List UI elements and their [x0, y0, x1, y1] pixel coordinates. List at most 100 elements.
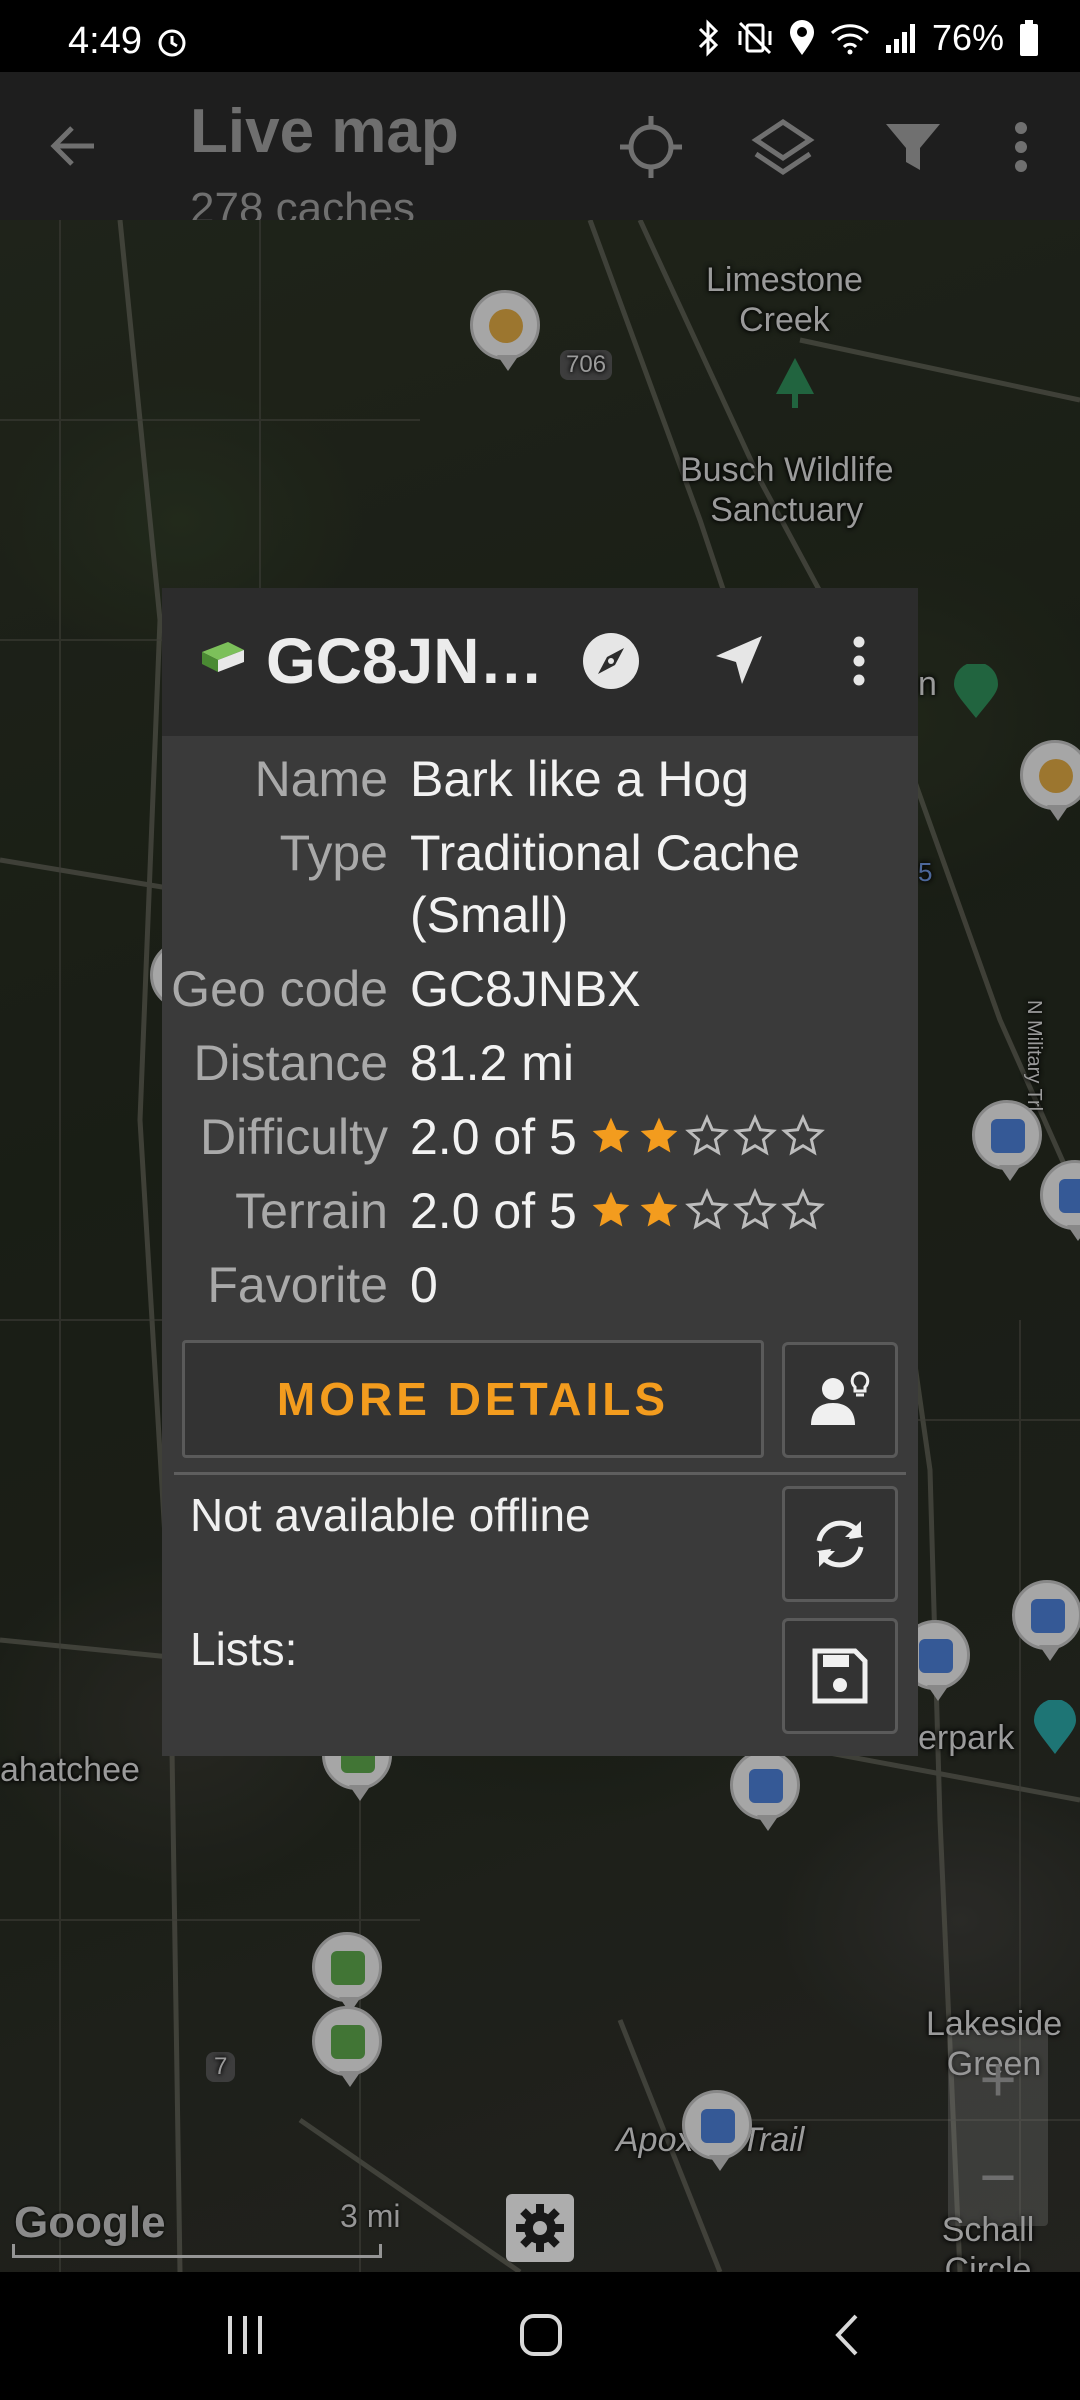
layers-icon[interactable] — [748, 112, 818, 182]
recent-apps-icon[interactable] — [220, 2310, 270, 2360]
scale-bar — [12, 2244, 382, 2258]
cache-geocode: GC8JNBX — [410, 961, 641, 1017]
map-label-route-5: 5 — [918, 857, 933, 887]
cache-count: 278 caches — [190, 184, 416, 220]
personal-note-button[interactable] — [782, 1342, 898, 1458]
cache-favorite: 0 — [410, 1257, 438, 1313]
more-details-button[interactable]: MORE DETAILS — [182, 1340, 764, 1458]
person-idea-icon — [811, 1371, 870, 1425]
info-row-type: Type Traditional Cache (Small) — [162, 822, 918, 946]
home-icon[interactable] — [516, 2310, 566, 2360]
more-vert-icon[interactable] — [826, 628, 892, 694]
cache-difficulty: 2.0 of 5 — [410, 1109, 577, 1165]
cache-terrain: 2.0 of 5 — [410, 1183, 577, 1239]
info-row-distance: Distance 81.2 mi — [162, 1032, 918, 1094]
save-icon — [812, 1648, 868, 1704]
battery-icon — [1020, 20, 1038, 56]
compass-icon[interactable] — [578, 628, 644, 694]
map-label-ahatchee: ahatchee — [0, 1751, 140, 1789]
map-settings-button[interactable] — [506, 2194, 574, 2262]
difficulty-stars — [589, 1114, 825, 1158]
status-bar: 4:49 76% — [0, 0, 1080, 72]
info-row-favorite: Favorite 0 — [162, 1254, 918, 1316]
star-empty-icon — [780, 1114, 825, 1156]
info-label: Difficulty — [199, 1109, 388, 1165]
star-empty-icon — [732, 1188, 777, 1230]
refresh-icon — [816, 1520, 864, 1568]
my-location-icon[interactable] — [616, 112, 686, 182]
divider — [174, 1472, 906, 1475]
google-logo: Google — [14, 2198, 166, 2247]
cache-marker[interactable] — [730, 1750, 800, 1831]
park-tree-icon — [776, 358, 814, 408]
star-filled-icon — [640, 1191, 678, 1227]
cache-marker[interactable] — [470, 290, 540, 371]
signal-icon — [885, 24, 915, 53]
map-label-busch: Busch Wildlife Sanctuary — [680, 451, 894, 529]
star-empty-icon — [684, 1188, 729, 1230]
status-icons: 76% — [696, 17, 1040, 58]
info-label: Favorite — [207, 1257, 388, 1313]
status-time: 4:49 — [68, 20, 142, 62]
back-icon[interactable] — [822, 2310, 872, 2360]
info-row-geocode: Geo code GC8JNBX — [162, 958, 918, 1020]
info-label: Distance — [193, 1035, 388, 1091]
star-empty-icon — [780, 1188, 825, 1230]
info-label: Geo code — [171, 961, 388, 1017]
traditional-cache-icon — [202, 642, 244, 672]
cache-marker[interactable] — [972, 1100, 1042, 1181]
star-empty-icon — [684, 1114, 729, 1156]
info-row-name: Name Bark like a Hog — [162, 748, 918, 810]
map-label-military-trail: N Military Trl — [1023, 1000, 1045, 1112]
vibrate-mute-icon — [738, 21, 772, 55]
star-filled-icon — [640, 1117, 678, 1153]
back-arrow-icon[interactable] — [44, 116, 104, 176]
cache-distance: 81.2 mi — [410, 1035, 574, 1091]
info-label: Name — [254, 751, 388, 807]
app-bar: Live map 278 caches — [0, 72, 1080, 220]
zoom-controls: + − — [948, 2030, 1048, 2226]
info-label: Type — [279, 825, 388, 881]
cache-code-title: GC8JNBX — [266, 625, 546, 697]
map-label-erpark: erpark — [918, 1719, 1015, 1757]
star-empty-icon — [732, 1114, 777, 1156]
star-filled-icon — [592, 1117, 630, 1153]
park-pin-icon — [954, 664, 998, 718]
location-icon — [789, 20, 814, 55]
map-label-route-706: 706 — [560, 350, 613, 380]
star-filled-icon — [592, 1191, 630, 1227]
info-row-difficulty: Difficulty 2.0 of 5 — [162, 1106, 918, 1168]
alarm-icon — [158, 29, 186, 57]
cache-marker[interactable] — [682, 2090, 752, 2171]
wifi-icon — [830, 24, 869, 55]
filter-icon[interactable] — [878, 112, 948, 182]
navigate-icon[interactable] — [706, 628, 772, 694]
bluetooth-icon — [698, 19, 719, 57]
lists-label: Lists: — [190, 1623, 298, 1675]
map-label-route-7: 7 — [206, 2052, 236, 2082]
offline-status: Not available offline — [190, 1489, 591, 1541]
cache-marker[interactable] — [312, 1932, 382, 2013]
zoom-out-button[interactable]: − — [948, 2128, 1048, 2226]
info-row-terrain: Terrain 2.0 of 5 — [162, 1180, 918, 1242]
page-title: Live map — [190, 97, 459, 166]
cache-name: Bark like a Hog — [410, 751, 750, 807]
info-label: Terrain — [235, 1183, 388, 1239]
cache-info-table: Name Bark like a Hog Type Traditional Ca… — [162, 748, 918, 1316]
terrain-stars — [589, 1188, 825, 1232]
more-vert-icon[interactable] — [986, 112, 1056, 182]
zoom-in-button[interactable]: + — [948, 2030, 1048, 2128]
save-offline-button[interactable] — [782, 1618, 898, 1734]
popup-header: GC8JNBX — [162, 588, 918, 736]
cache-marker[interactable] — [1012, 1580, 1080, 1661]
scale-label: 3 mi — [340, 2198, 401, 2234]
cache-marker[interactable] — [312, 2006, 382, 2087]
gear-icon — [516, 2204, 564, 2252]
cache-type: Traditional Cache (Small) — [410, 825, 801, 943]
map-label-limestone-creek: Limestone Creek — [706, 261, 863, 339]
refresh-button[interactable] — [782, 1486, 898, 1602]
map-label-n: n — [918, 665, 937, 703]
cache-popup: GC8JNBX Name Bark like a Hog Type Tradit… — [162, 588, 918, 1756]
place-pin-icon — [1034, 1700, 1076, 1754]
battery-percent: 76% — [931, 17, 1004, 58]
